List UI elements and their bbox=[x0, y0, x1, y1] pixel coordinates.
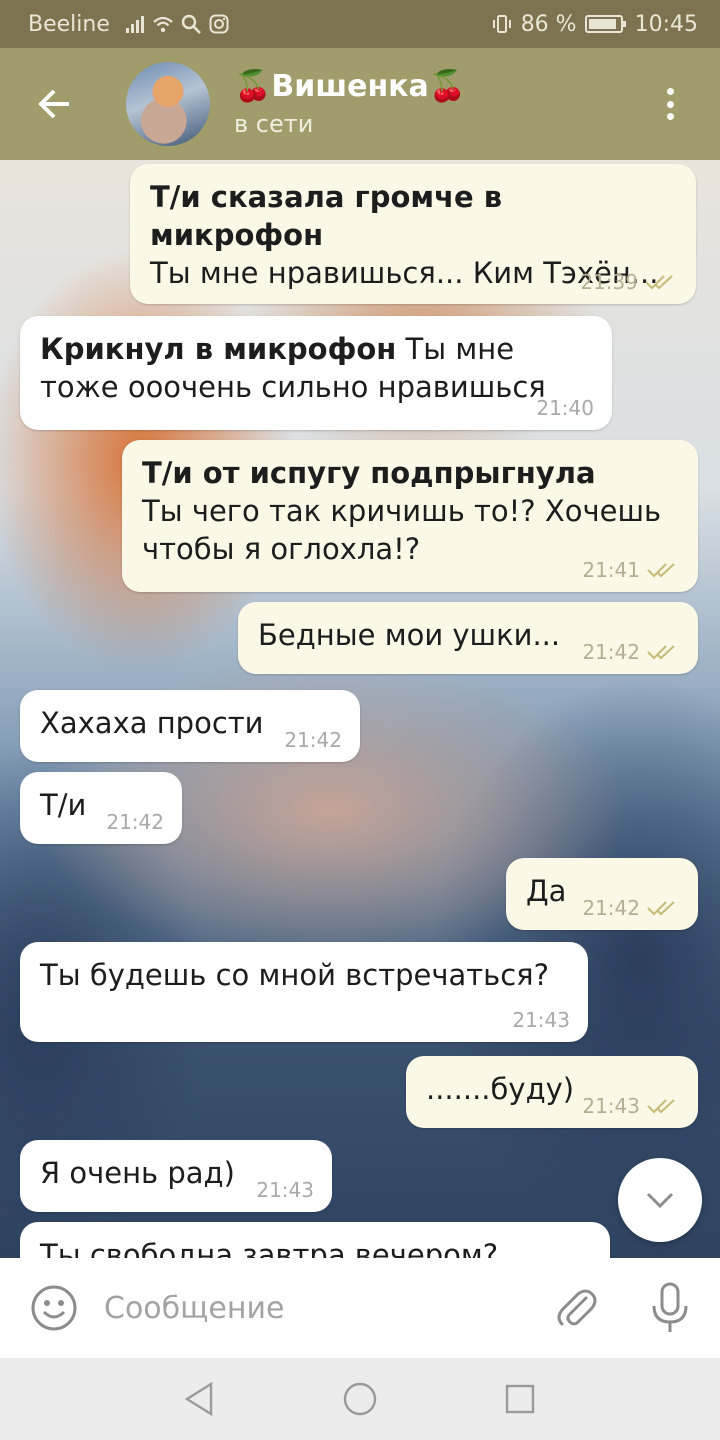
status-bar: Beeline 86 % 10:45 bbox=[0, 0, 720, 48]
message-bubble-outgoing[interactable]: Да 21:42 bbox=[506, 858, 698, 930]
message-meta: 21:42 bbox=[582, 642, 680, 662]
nav-recents-button[interactable] bbox=[500, 1379, 540, 1419]
instagram-icon bbox=[209, 14, 229, 34]
status-icons bbox=[124, 13, 230, 35]
message-time: 21:39 bbox=[580, 270, 638, 294]
message-bubble-outgoing[interactable]: Т/и сказала громче в микрофон Ты мне нра… bbox=[130, 164, 696, 304]
arrow-left-icon bbox=[38, 89, 69, 119]
message-meta: 21:43 bbox=[256, 1180, 314, 1200]
status-right: 86 % 10:45 bbox=[491, 12, 698, 37]
message-time: 21:43 bbox=[256, 1178, 314, 1202]
message-meta: 21:41 bbox=[582, 560, 680, 580]
message-meta: 21:42 bbox=[106, 812, 164, 832]
message-emphasis: Крикнул в микрофон bbox=[40, 332, 397, 366]
double-check-icon bbox=[647, 563, 675, 578]
message-bubble-outgoing[interactable]: Т/и от испугу подпрыгнула Ты чего так кр… bbox=[122, 440, 698, 592]
message-bubble-incoming[interactable]: Хахаха прости 21:42 bbox=[20, 690, 360, 762]
menu-dot bbox=[666, 113, 674, 120]
message-emphasis: Т/и от испугу подпрыгнула bbox=[142, 456, 596, 490]
message-time: 21:42 bbox=[582, 896, 640, 920]
chat-area[interactable]: Т/и сказала громче в микрофон Ты мне нра… bbox=[0, 160, 720, 1258]
scroll-down-button[interactable] bbox=[618, 1158, 702, 1242]
message-time: 21:40 bbox=[536, 396, 594, 420]
message-meta: 21:43 bbox=[582, 1096, 680, 1116]
message-time: 21:42 bbox=[106, 810, 164, 834]
smiley-icon[interactable] bbox=[28, 1282, 80, 1334]
avatar[interactable] bbox=[126, 62, 210, 146]
vibrate-icon bbox=[492, 15, 511, 33]
message-meta: 21:42 bbox=[582, 898, 680, 918]
search-icon bbox=[181, 14, 201, 34]
back-button[interactable] bbox=[20, 69, 90, 139]
message-text: Ты чего так кричишь то!? Хочешь чтобы я … bbox=[142, 494, 662, 566]
chat-title[interactable]: 🍒Вишенка🍒 в сети bbox=[234, 69, 466, 139]
message-text: Да bbox=[526, 874, 567, 908]
more-menu-button[interactable] bbox=[650, 84, 690, 124]
message-time: 21:43 bbox=[582, 1094, 640, 1118]
message-bubble-outgoing[interactable]: .......буду) 21:43 bbox=[406, 1056, 698, 1128]
double-check-icon bbox=[645, 275, 673, 290]
double-check-icon bbox=[647, 901, 675, 916]
message-input[interactable] bbox=[104, 1290, 524, 1326]
chevron-down-icon bbox=[646, 1192, 674, 1209]
battery-percent: 86 % bbox=[520, 11, 577, 37]
paperclip-icon[interactable] bbox=[552, 1284, 600, 1332]
message-time: 21:42 bbox=[582, 640, 640, 664]
chat-name-text: Вишенка bbox=[271, 69, 429, 104]
triangle-back-icon bbox=[184, 1381, 213, 1417]
clock: 10:45 bbox=[634, 11, 698, 37]
message-text: Бедные мои ушки... bbox=[258, 618, 561, 652]
message-text: Т/и bbox=[40, 788, 87, 822]
message-text: Ты будешь со мной встречаться? bbox=[40, 958, 550, 992]
wifi-icon bbox=[153, 16, 173, 33]
chat-header: 🍒Вишенка🍒 в сети bbox=[0, 48, 720, 160]
message-bubble-incoming[interactable]: Я очень рад) 21:43 bbox=[20, 1140, 332, 1212]
battery-icon bbox=[584, 15, 626, 33]
message-time: 21:43 bbox=[512, 1008, 570, 1032]
message-bubble-incoming[interactable]: Крикнул в микрофон Ты мне тоже ооочень с… bbox=[20, 316, 612, 430]
signal-icon bbox=[125, 16, 144, 33]
menu-dot bbox=[666, 100, 674, 108]
more-vertical-icon bbox=[666, 88, 674, 95]
carrier-name: Beeline bbox=[28, 11, 110, 37]
message-bubble-outgoing[interactable]: Бедные мои ушки... 21:42 bbox=[238, 602, 698, 674]
message-time: 21:41 bbox=[582, 558, 640, 582]
message-text: Ты свободна завтра вечером? bbox=[40, 1238, 499, 1258]
cherry-emoji: 🍒 bbox=[234, 69, 272, 104]
system-nav-bar bbox=[0, 1358, 720, 1440]
circle-home-icon bbox=[343, 1382, 377, 1416]
message-meta: 21:42 bbox=[284, 730, 342, 750]
message-meta: 21:40 bbox=[536, 398, 594, 418]
square-recents-icon bbox=[505, 1384, 535, 1414]
message-meta: 21:39 bbox=[580, 272, 678, 292]
double-check-icon bbox=[647, 1099, 675, 1114]
message-bubble-incoming[interactable]: Т/и 21:42 bbox=[20, 772, 182, 844]
message-time: 21:42 bbox=[284, 728, 342, 752]
message-meta: 21:43 bbox=[512, 1010, 570, 1030]
message-text: Хахаха прости bbox=[40, 706, 264, 740]
message-emphasis: Т/и сказала громче в микрофон bbox=[150, 180, 503, 252]
nav-home-button[interactable] bbox=[340, 1379, 380, 1419]
chat-name: 🍒Вишенка🍒 bbox=[234, 69, 466, 105]
message-text: Я очень рад) bbox=[40, 1156, 235, 1190]
nav-back-button[interactable] bbox=[180, 1379, 220, 1419]
message-text: .......буду) bbox=[426, 1072, 575, 1106]
online-status: в сети bbox=[234, 110, 314, 138]
message-bubble-incoming[interactable]: Ты свободна завтра вечером? bbox=[20, 1222, 610, 1258]
microphone-icon[interactable] bbox=[646, 1282, 694, 1334]
double-check-icon bbox=[647, 645, 675, 660]
message-input-bar bbox=[0, 1258, 720, 1358]
cherry-emoji: 🍒 bbox=[428, 69, 467, 104]
message-bubble-incoming[interactable]: Ты будешь со мной встречаться? 21:43 bbox=[20, 942, 588, 1042]
